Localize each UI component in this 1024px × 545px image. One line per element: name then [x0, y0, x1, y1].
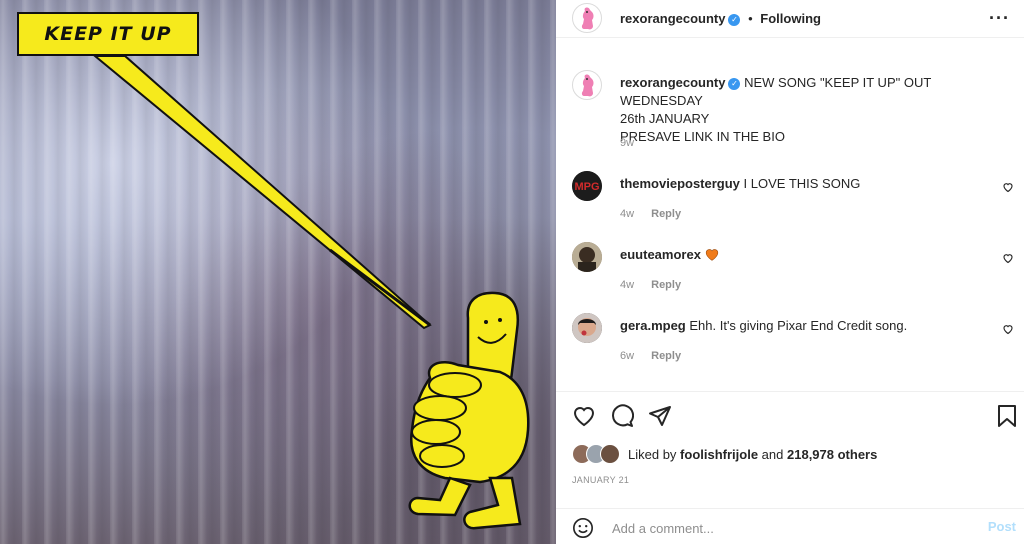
comment-body: gera.mpeg Ehh. It's giving Pixar End Cre…	[620, 317, 1000, 335]
comment-meta: 4w Reply	[620, 208, 695, 220]
comment-age[interactable]: 6w	[620, 350, 634, 362]
post-side-panel: rexorangecounty ✓ • Following ··· rexoran…	[556, 0, 1024, 544]
commenter-avatar-image: MPG	[572, 171, 602, 201]
svg-text:MPG: MPG	[574, 181, 599, 193]
caption-banner: KEEP IT UP	[17, 12, 199, 56]
caption-banner-text: KEEP IT UP	[44, 23, 172, 45]
comment-body: euuteamorex	[620, 246, 1000, 264]
comment-text: I LOVE THIS SONG	[743, 176, 861, 191]
reply-button[interactable]: Reply	[651, 350, 681, 362]
first-liker-username[interactable]: foolishfrijole	[680, 447, 758, 462]
author-line: rexorangecounty ✓ • Following	[620, 11, 821, 26]
liker-avatars	[572, 444, 624, 464]
share-paper-plane-icon[interactable]	[648, 404, 672, 428]
add-comment-bar: Post	[556, 508, 1024, 545]
emoji-smiley-icon[interactable]	[572, 517, 594, 539]
save-bookmark-icon[interactable]	[996, 404, 1018, 428]
caption-avatar-image	[581, 74, 594, 97]
likes-summary: Liked by foolishfrijole and 218,978 othe…	[572, 444, 877, 464]
commenter-avatar[interactable]	[572, 242, 602, 272]
author-avatar-image	[581, 7, 594, 30]
like-heart-icon[interactable]	[572, 404, 596, 428]
comment-username[interactable]: euuteamorex	[620, 247, 701, 262]
post-comment-button[interactable]: Post	[988, 519, 1016, 534]
caption-body: rexorangecounty ✓ NEW SONG "KEEP IT UP" O…	[620, 74, 1000, 146]
caption-author-avatar[interactable]	[572, 70, 602, 100]
post-header: rexorangecounty ✓ • Following ···	[556, 0, 1024, 38]
author-username[interactable]: rexorangecounty	[620, 11, 725, 26]
more-dots-icon[interactable]: ···	[989, 9, 1010, 27]
comment-bubble-icon[interactable]	[610, 404, 634, 428]
comments-list[interactable]: rexorangecounty ✓ NEW SONG "KEEP IT UP" O…	[556, 38, 1024, 388]
comment-age[interactable]: 4w	[620, 208, 634, 220]
thumbs-up-illustration	[92, 55, 530, 530]
comment-age[interactable]: 4w	[620, 279, 634, 291]
post-image[interactable]: KEEP IT UP	[0, 0, 556, 544]
add-comment-input[interactable]	[610, 517, 974, 539]
liker-avatar	[600, 444, 620, 464]
caption-meta: 9w	[620, 137, 648, 149]
commenter-avatar[interactable]: MPG	[572, 171, 602, 201]
reply-button[interactable]: Reply	[651, 279, 681, 291]
comment-username[interactable]: gera.mpeg	[620, 318, 686, 333]
comment-like-heart-icon[interactable]	[1002, 323, 1014, 335]
reply-button[interactable]: Reply	[651, 208, 681, 220]
commenter-avatar[interactable]	[572, 313, 602, 343]
caption-age[interactable]: 9w	[620, 137, 634, 149]
post-date[interactable]: JANUARY 21	[572, 475, 629, 485]
likes-connector: and	[761, 446, 784, 462]
author-avatar[interactable]	[572, 3, 602, 33]
comment-username[interactable]: themovieposterguy	[620, 176, 740, 191]
likes-prefix: Liked by	[628, 446, 677, 462]
comment-meta: 6w Reply	[620, 350, 695, 362]
caption-line-2: 26th JANUARY	[620, 111, 710, 126]
comment-like-heart-icon[interactable]	[1002, 252, 1014, 264]
caption-username[interactable]: rexorangecounty	[620, 75, 725, 90]
orange-heart-emoji-icon	[705, 249, 718, 261]
comment-body: themovieposterguy I LOVE THIS SONG	[620, 175, 1000, 193]
comment-text: Ehh. It's giving Pixar End Credit song.	[689, 318, 908, 333]
likes-count-link[interactable]: 218,978 others	[787, 447, 877, 462]
following-button[interactable]: Following	[760, 11, 821, 26]
comment-like-heart-icon[interactable]	[1002, 181, 1014, 193]
separator-dot: •	[748, 11, 753, 26]
post-actions-bar	[556, 391, 1024, 440]
comment-meta: 4w Reply	[620, 279, 695, 291]
commenter-avatar-image	[572, 242, 602, 272]
commenter-avatar-image	[572, 313, 602, 343]
verified-badge-icon: ✓	[728, 77, 741, 90]
verified-badge-icon: ✓	[728, 13, 741, 26]
